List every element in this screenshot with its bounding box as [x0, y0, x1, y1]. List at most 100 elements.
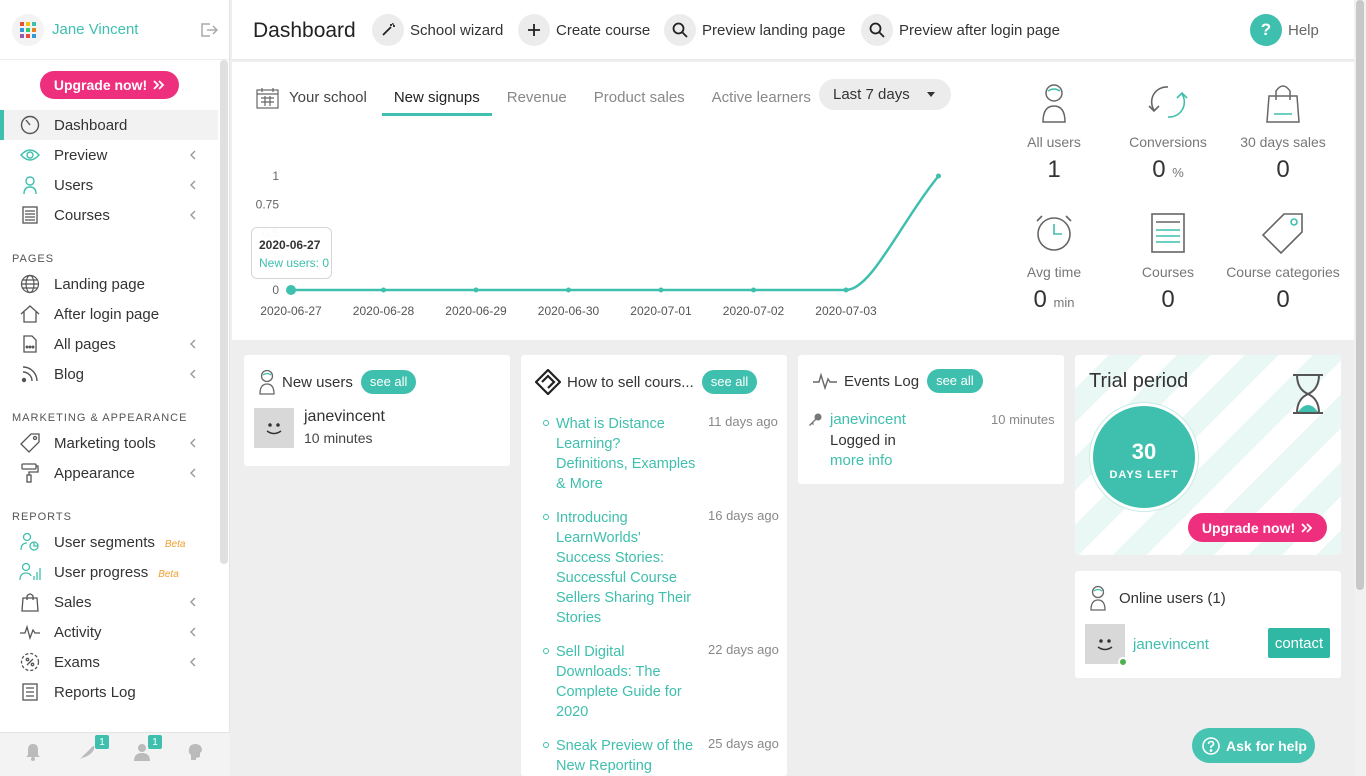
x-tick-label: 2020-07-03: [815, 304, 877, 318]
sidebar-item-blog[interactable]: Blog: [0, 359, 218, 389]
tab-label: Your school: [289, 89, 367, 106]
sidebar-item-exams[interactable]: Exams: [0, 647, 218, 677]
user-name[interactable]: Jane Vincent: [52, 21, 138, 38]
data-point: [936, 173, 941, 179]
see-all-button[interactable]: see all: [360, 370, 417, 394]
sidebar-item-label: Dashboard: [54, 116, 128, 134]
sidebar-scrollbar[interactable]: [220, 60, 228, 564]
sidebar-item-courses[interactable]: Courses: [0, 200, 218, 230]
sidebar-item-all-pages[interactable]: All pages: [0, 329, 218, 359]
see-all-button[interactable]: see all: [701, 370, 758, 394]
sidebar-item-dashboard[interactable]: Dashboard: [0, 110, 218, 140]
beta-badge: Beta: [164, 538, 186, 550]
sidebar-item-after-login-page[interactable]: After login page: [0, 299, 218, 329]
chevron-left-icon: [190, 657, 196, 667]
upgrade-label: Upgrade now!: [53, 77, 148, 93]
card-title: Online users (1): [1119, 589, 1226, 607]
sidebar-item-preview[interactable]: Preview: [0, 140, 218, 170]
sidebar-item-appearance[interactable]: Appearance: [0, 458, 218, 488]
article-title[interactable]: What is Distance Learning? Definitions, …: [556, 414, 696, 494]
x-tick-label: 2020-06-27: [260, 304, 322, 318]
globe-icon: [18, 273, 42, 295]
card-header: Events Log see all: [812, 369, 983, 393]
article-title[interactable]: Introducing LearnWorlds' Success Stories…: [556, 508, 696, 628]
data-point: [381, 287, 386, 293]
pulse-icon: [812, 372, 838, 390]
article-title[interactable]: Sell Digital Downloads: The Complete Gui…: [556, 642, 696, 722]
main-scrollbar-thumb[interactable]: [1356, 0, 1364, 590]
tab-active-learners[interactable]: Active learners: [712, 82, 811, 114]
see-all-button[interactable]: see all: [927, 369, 983, 393]
tab-your-school[interactable]: Your school: [256, 82, 367, 114]
sidebar-item-user-progress[interactable]: User progress Beta: [0, 557, 218, 587]
tab-revenue[interactable]: Revenue: [507, 82, 567, 114]
sidebar: Jane Vincent Upgrade now! Dashboard Prev…: [0, 0, 230, 776]
event-time: 10 minutes: [991, 412, 1055, 427]
help-icon: ?: [1250, 14, 1282, 46]
online-user-name[interactable]: janevincent: [1133, 636, 1209, 653]
preview-after-login-button[interactable]: Preview after login page: [861, 14, 1060, 46]
help-button[interactable]: ? Help: [1250, 14, 1319, 46]
shopping-bag-icon: [1226, 82, 1340, 128]
events-log-card: Events Log see all janevincent 10 minute…: [798, 355, 1064, 484]
upgrade-button[interactable]: Upgrade now!: [40, 71, 179, 99]
ask-for-help-label: Ask for help: [1226, 737, 1307, 754]
main-scrollbar[interactable]: [1354, 0, 1366, 776]
user-name[interactable]: janevincent: [304, 408, 385, 426]
bell-icon[interactable]: [25, 743, 41, 761]
head-icon[interactable]: [187, 743, 203, 761]
card-header: New users see all: [258, 369, 417, 395]
sidebar-bottom-bar: 1 1: [0, 732, 230, 776]
user-icon: [1089, 585, 1107, 611]
sidebar-item-user-segments[interactable]: User segments Beta: [0, 527, 218, 557]
sidebar-item-label: Landing page: [54, 275, 145, 293]
sidebar-item-reports-log[interactable]: Reports Log: [0, 677, 218, 707]
event-action: Logged in: [830, 432, 896, 449]
date-range-select[interactable]: Last 7 days: [819, 79, 951, 110]
trial-upgrade-button[interactable]: Upgrade now!: [1188, 513, 1327, 542]
sidebar-item-landing-page[interactable]: Landing page: [0, 269, 218, 299]
sidebar-item-activity[interactable]: Activity: [0, 617, 218, 647]
beta-badge: Beta: [158, 568, 179, 580]
sidebar-item-label: Courses: [54, 206, 110, 224]
preview-landing-button[interactable]: Preview landing page: [664, 14, 845, 46]
create-course-button[interactable]: Create course: [518, 14, 650, 46]
days-left-value: 30: [1131, 439, 1157, 464]
days-left-label: DAYS LEFT: [1109, 469, 1179, 481]
refresh-icon: [1111, 82, 1225, 128]
user-icon: [258, 369, 276, 395]
tab-product-sales[interactable]: Product sales: [594, 82, 685, 114]
logout-icon[interactable]: [200, 22, 218, 38]
plus-icon: [518, 14, 550, 46]
x-tick-label: 2020-07-02: [723, 304, 785, 318]
article-title[interactable]: Sneak Preview of the New Reporting: [556, 736, 696, 776]
sidebar-item-sales[interactable]: Sales: [0, 587, 218, 617]
contact-button[interactable]: contact: [1268, 628, 1330, 658]
chevron-left-icon: [190, 627, 196, 637]
tab-new-signups[interactable]: New signups: [381, 82, 492, 116]
avatar: [254, 408, 294, 448]
feather-icon[interactable]: [78, 743, 96, 761]
list-item[interactable]: janevincent 10 minutes: [254, 408, 385, 448]
dashboard-icon: [18, 114, 42, 136]
chevron-left-icon: [190, 180, 196, 190]
data-point: [658, 287, 664, 293]
page-title: Dashboard: [253, 19, 356, 42]
school-wizard-button[interactable]: School wizard: [372, 14, 503, 46]
more-info-link[interactable]: more info: [830, 452, 893, 469]
stat-value: 0: [1276, 286, 1290, 313]
sidebar-item-label: User segments: [54, 533, 155, 551]
courses-icon: [18, 204, 42, 226]
sidebar-item-users[interactable]: Users: [0, 170, 218, 200]
event-user[interactable]: janevincent: [830, 411, 906, 428]
card-title: New users: [282, 373, 353, 391]
chart-tooltip: 2020-06-27 New users: 0: [251, 227, 332, 279]
data-point: [286, 285, 296, 295]
preview-landing-label: Preview landing page: [702, 21, 846, 39]
school-logo-icon[interactable]: [12, 13, 44, 46]
sidebar-item-label: Preview: [54, 146, 108, 164]
bullet-icon: [543, 420, 549, 426]
sidebar-item-marketing-tools[interactable]: Marketing tools: [0, 428, 218, 458]
user-progress-icon: [18, 561, 42, 583]
ask-for-help-button[interactable]: Ask for help: [1192, 728, 1315, 763]
